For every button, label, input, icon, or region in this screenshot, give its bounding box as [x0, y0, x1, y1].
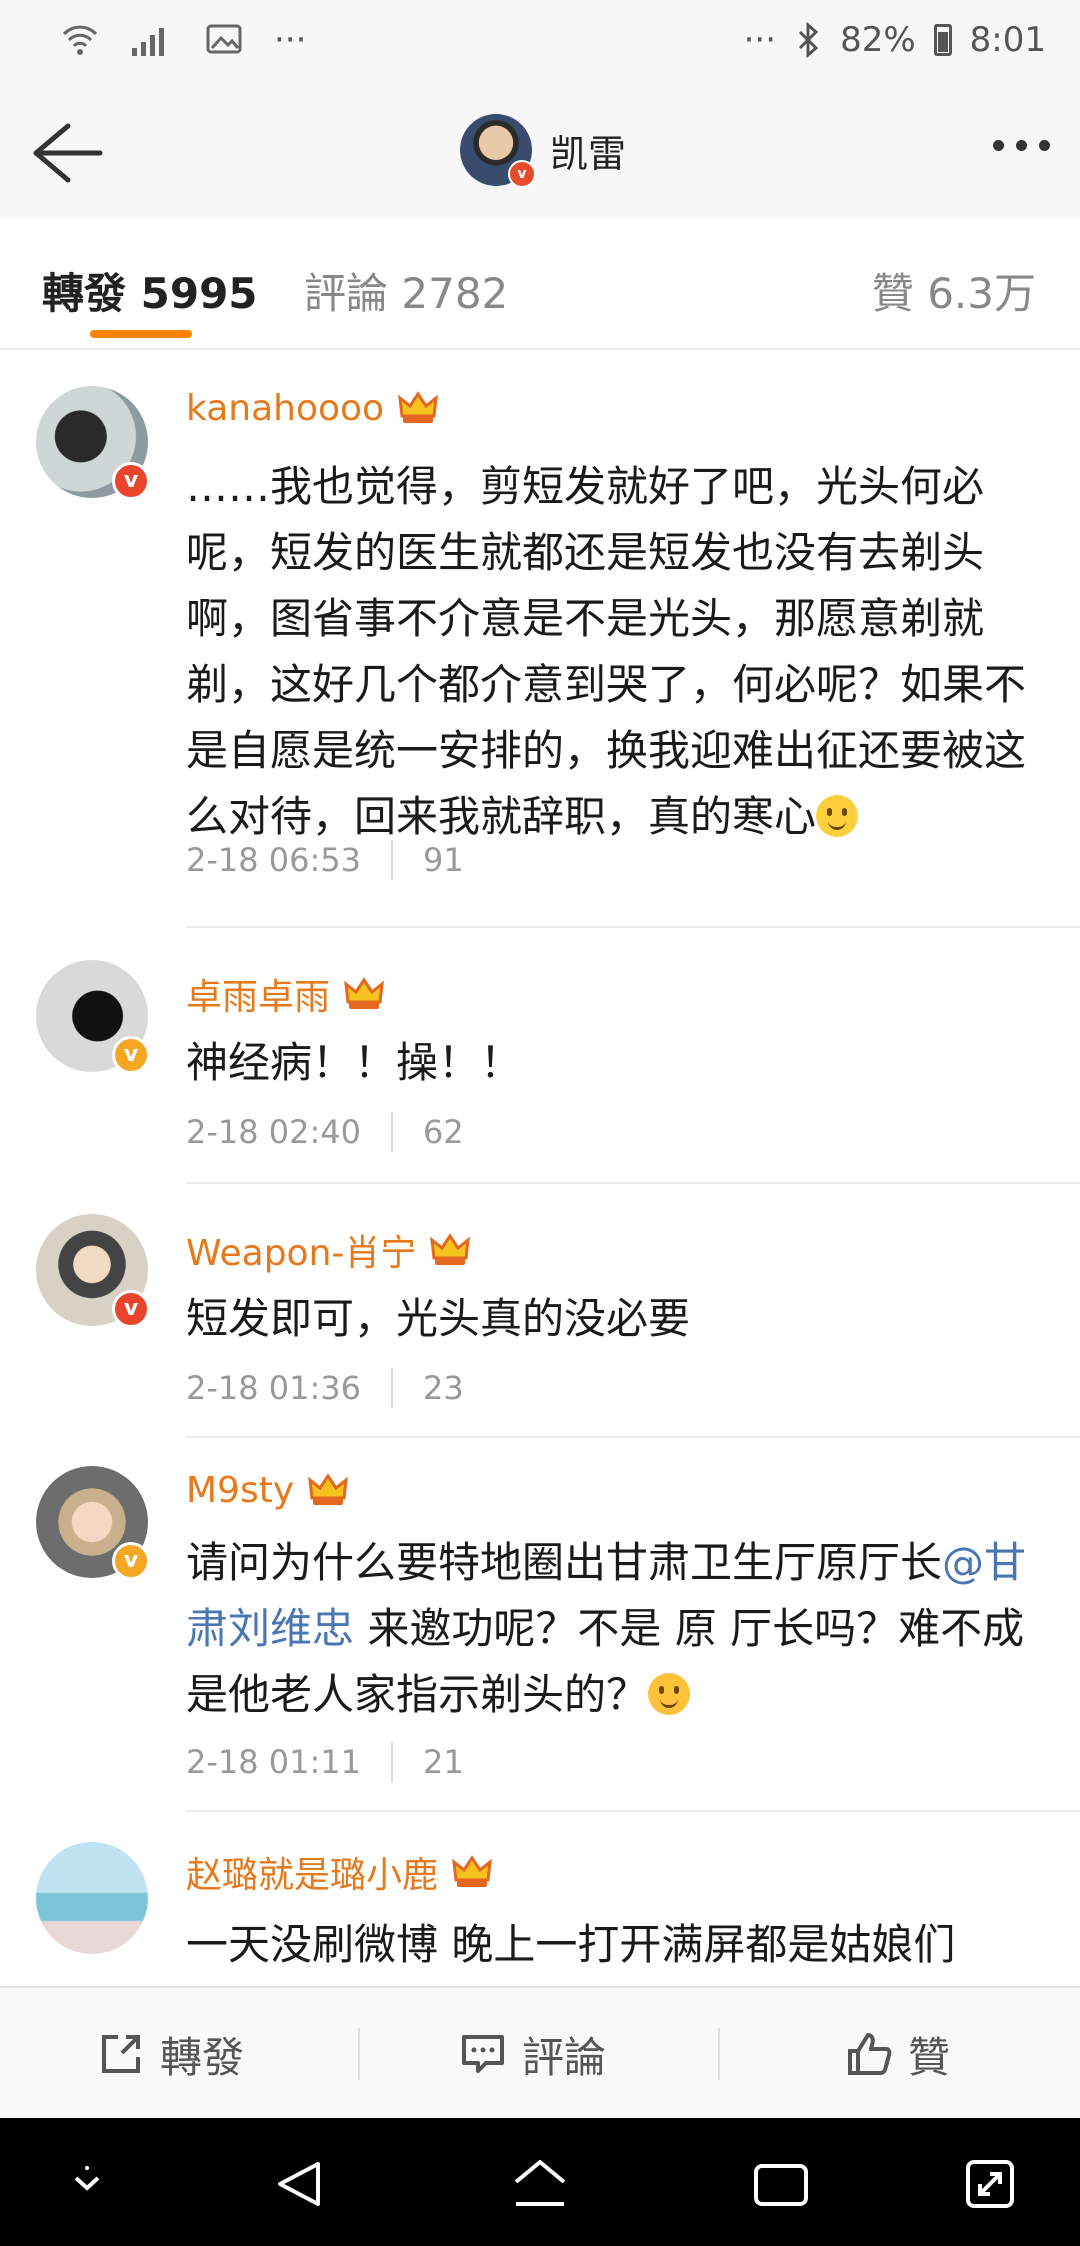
comment-likes[interactable]: 21: [423, 1743, 464, 1781]
author-name[interactable]: Weapon-肖宁: [186, 1224, 416, 1276]
comment-meta: 2-18 02:40 62: [186, 1112, 464, 1152]
comment-author[interactable]: M9sty: [186, 1468, 350, 1512]
like-label: 贊: [908, 2032, 951, 2082]
tab-repost[interactable]: 轉發 5995: [42, 260, 258, 321]
status-more-dots: ···: [274, 20, 307, 60]
comment-text: 一天没刷微博 晚上一打开满屏都是姑娘们: [186, 1920, 956, 1969]
repost-label: 轉發: [160, 2032, 245, 2082]
title-bar: v 凯雷: [0, 90, 1080, 220]
comment-text: 请问为什么要特地圈出甘肃卫生厅原厅长@甘肃刘维忠 来邀功呢？不是 原 厅长吗？难…: [186, 1530, 1046, 1728]
recent-apps-icon[interactable]: [752, 2156, 810, 2212]
tab-comment[interactable]: 評論 2782: [304, 260, 508, 321]
comment-likes[interactable]: 62: [423, 1113, 464, 1151]
verified-badge-icon: v: [112, 462, 150, 500]
verified-badge-icon: v: [508, 160, 536, 188]
avatar[interactable]: v: [36, 1214, 150, 1328]
comment-time: 2-18 06:53: [186, 841, 362, 879]
comment-likes[interactable]: 23: [423, 1369, 464, 1407]
system-nav-bar: [0, 2118, 1080, 2246]
author-name[interactable]: 赵璐就是璐小鹿: [186, 1846, 438, 1898]
repost-button[interactable]: 轉發: [96, 1988, 244, 2120]
page-title: 凯雷: [550, 131, 627, 176]
back-nav-icon[interactable]: [272, 2156, 328, 2212]
header-avatar[interactable]: v: [460, 114, 536, 188]
tab-repost-count: 5995: [140, 269, 258, 318]
divider: [186, 1436, 1080, 1438]
avatar[interactable]: v: [36, 386, 150, 500]
back-arrow-icon[interactable]: [28, 118, 104, 188]
divider: [186, 1810, 1080, 1812]
smile-emoji-icon: [816, 795, 859, 837]
thumbs-up-icon: [848, 2033, 892, 2075]
avatar[interactable]: [36, 1842, 148, 1954]
crown-icon: [398, 391, 438, 423]
signal-icon: [132, 28, 164, 56]
verified-badge-icon: v: [112, 1290, 150, 1328]
comment-time: 2-18 01:36: [186, 1369, 362, 1407]
comment-meta: 2-18 01:11 21: [186, 1742, 464, 1782]
action-divider: [358, 2028, 360, 2080]
status-bar: ··· ··· 82% 8:01: [0, 0, 1080, 90]
blush-emoji-icon: [648, 1673, 691, 1715]
verified-badge-icon: v: [112, 1036, 150, 1074]
home-nav-icon[interactable]: [510, 2156, 570, 2212]
avatar[interactable]: v: [36, 1466, 150, 1580]
share-icon: [102, 2035, 140, 2073]
comment-author[interactable]: 赵璐就是璐小鹿: [186, 1846, 494, 1898]
tab-comment-label: 評論: [304, 269, 389, 318]
battery-percent: 82%: [840, 20, 916, 60]
tab-like-count: 6.3万: [927, 269, 1036, 318]
image-notification-icon: [206, 24, 242, 54]
more-options-icon[interactable]: [993, 140, 1050, 151]
comment-text: 短发即可，光头真的没必要: [186, 1294, 691, 1343]
chevron-down-icon[interactable]: [62, 2156, 112, 2206]
meta-divider: [391, 1112, 394, 1152]
meta-divider: [391, 1742, 394, 1782]
tab-repost-label: 轉發: [42, 269, 127, 318]
clock: 8:01: [969, 20, 1046, 60]
comment-likes[interactable]: 91: [423, 841, 464, 879]
comment-text: ……我也觉得，剪短发就好了吧，光头何必呢，短发的医生就都还是短发也没有去剃头啊，…: [186, 454, 1046, 850]
header-profile[interactable]: v 凯雷: [460, 114, 627, 188]
tab-bar: 轉發 5995 評論 2782 贊 6.3万: [0, 218, 1080, 350]
comment-body: ……我也觉得，剪短发就好了吧，光头何必呢，短发的医生就都还是短发也没有去剃头啊，…: [186, 462, 1027, 841]
comment-label: 評論: [522, 2032, 607, 2082]
crown-icon: [452, 1855, 492, 1887]
comment-meta: 2-18 01:36 23: [186, 1368, 464, 1408]
comment-author[interactable]: kanahoooo: [186, 386, 440, 430]
comment-text: 神经病！！操！！: [186, 1038, 523, 1087]
author-name[interactable]: M9sty: [186, 1470, 294, 1511]
expand-icon[interactable]: [962, 2156, 1018, 2212]
comment-time: 2-18 01:11: [186, 1743, 362, 1781]
author-name[interactable]: 卓雨卓雨: [186, 968, 330, 1020]
crown-icon: [308, 1473, 349, 1505]
avatar[interactable]: v: [36, 960, 150, 1074]
status-more-dots-right: ···: [743, 20, 777, 60]
comment-icon: [462, 2035, 504, 2073]
comment-body-before: 请问为什么要特地圈出甘肃卫生厅原厅长: [186, 1538, 943, 1587]
tab-comment-count: 2782: [401, 269, 509, 318]
like-button[interactable]: 贊: [844, 1988, 950, 2120]
tab-like[interactable]: 贊 6.3万: [872, 260, 1036, 321]
comment-author[interactable]: Weapon-肖宁: [186, 1224, 472, 1276]
tab-like-label: 贊: [871, 269, 914, 318]
action-bar: 轉發 評論 贊: [0, 1986, 1080, 2120]
meta-divider: [391, 840, 394, 880]
crown-icon: [430, 1233, 471, 1265]
meta-divider: [391, 1368, 394, 1408]
action-divider: [718, 2028, 720, 2080]
comment-author[interactable]: 卓雨卓雨: [186, 968, 386, 1020]
comment-meta: 2-18 06:53 91: [186, 840, 464, 880]
divider: [186, 926, 1080, 928]
author-name[interactable]: kanahoooo: [186, 388, 384, 429]
verified-badge-icon: v: [112, 1542, 150, 1580]
bluetooth-icon: [799, 21, 819, 59]
comment-time: 2-18 02:40: [186, 1113, 362, 1151]
crown-icon: [344, 977, 384, 1009]
comment-button[interactable]: 評論: [458, 1988, 606, 2120]
divider: [186, 1182, 1080, 1184]
wifi-icon: [62, 25, 98, 55]
battery-icon: [933, 24, 952, 56]
active-tab-indicator: [90, 330, 192, 338]
